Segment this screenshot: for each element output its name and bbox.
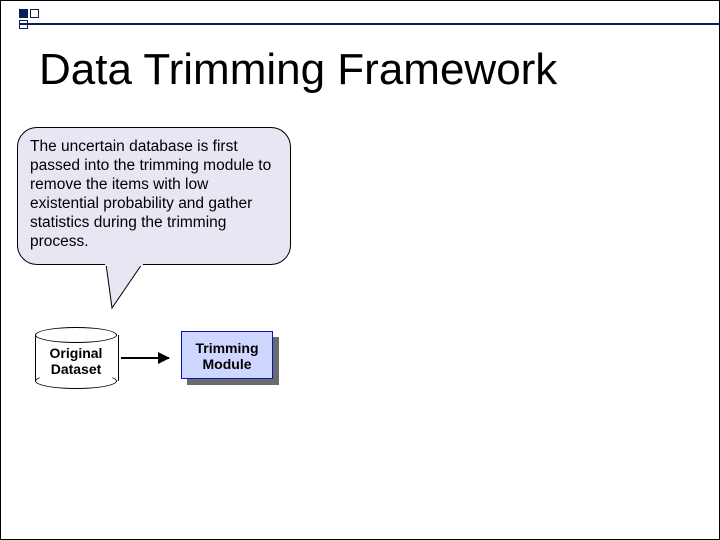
cylinder-label: Original Dataset [35,345,117,377]
cylinder-label-line2: Dataset [51,361,102,377]
slide: Data Trimming Framework The uncertain da… [0,0,720,540]
title-rule [19,23,719,25]
module-label-line2: Module [203,356,252,372]
cylinder-label-line1: Original [50,345,103,361]
arrow-icon [121,357,169,359]
callout-tail-icon [102,262,148,310]
slide-title: Data Trimming Framework [39,45,557,95]
database-cylinder-icon: Original Dataset [35,327,117,389]
callout-text: The uncertain database is first passed i… [30,138,271,250]
trimming-module-box: Trimming Module [181,331,273,379]
callout-bubble: The uncertain database is first passed i… [17,127,291,265]
module-label-line1: Trimming [195,340,258,356]
